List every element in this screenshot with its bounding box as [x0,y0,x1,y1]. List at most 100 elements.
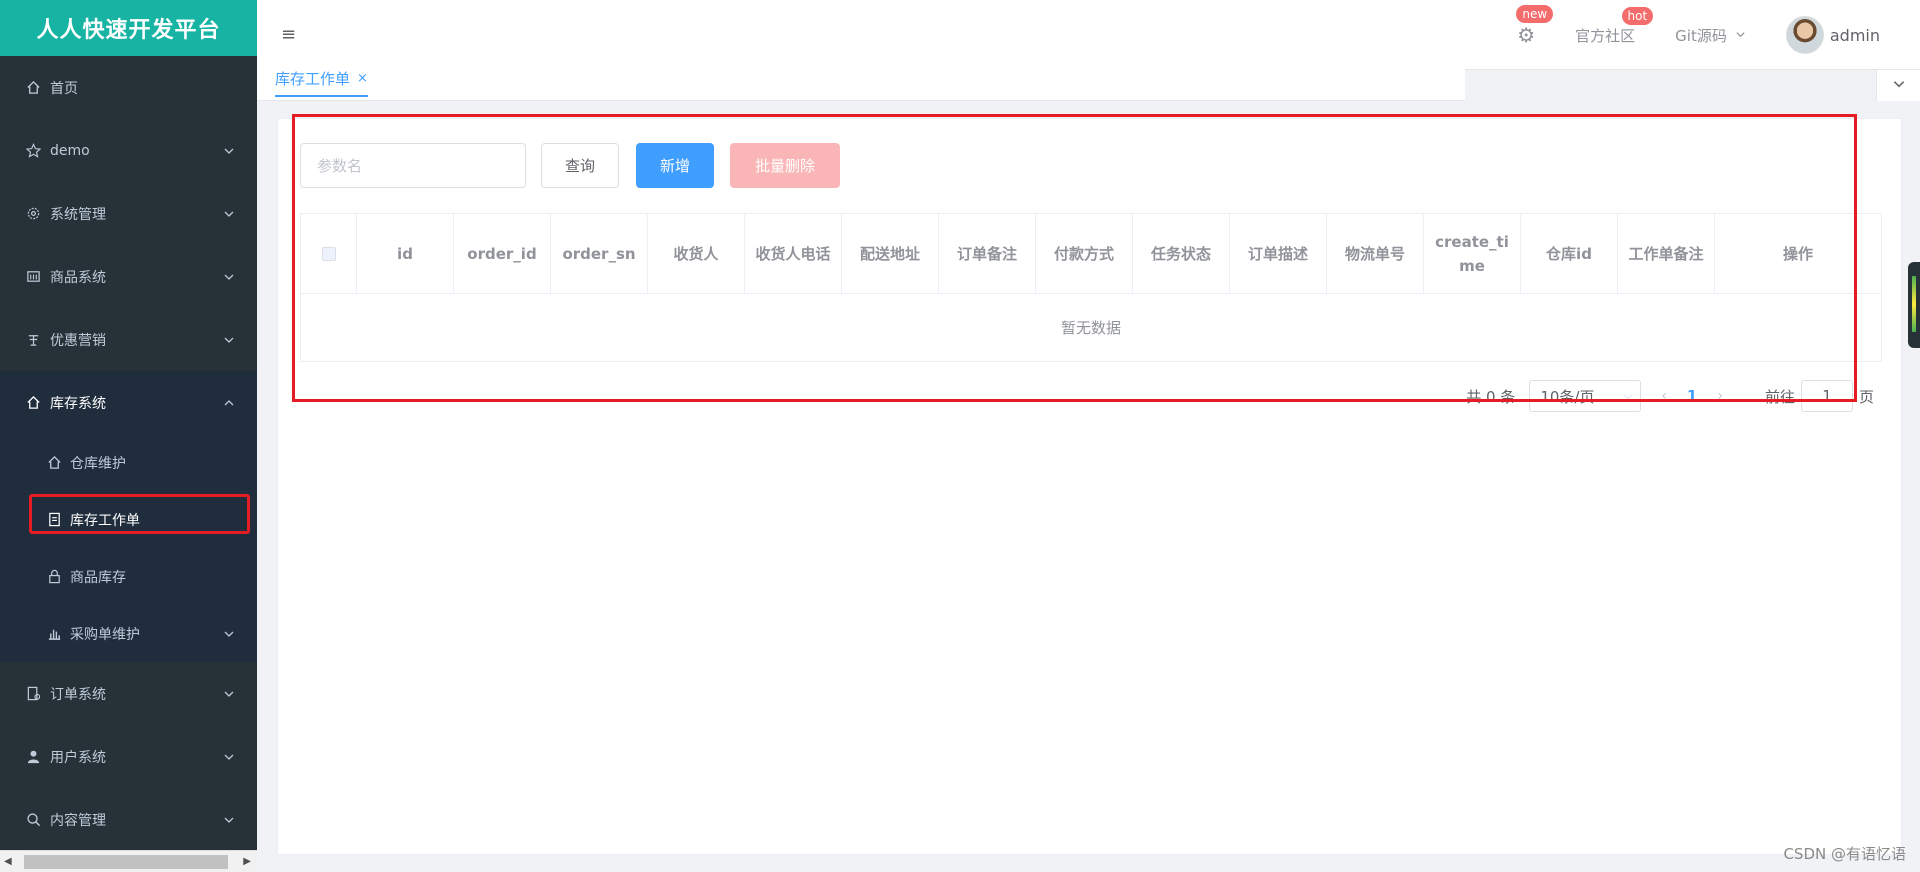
chevron-down-icon [223,334,235,350]
document-icon [46,512,62,528]
order-icon [24,685,42,703]
column-header: 任务状态 [1132,213,1230,294]
brand-logo[interactable]: 人人快速开发平台 [0,0,257,56]
goto-label: 前往 [1764,387,1795,406]
sidebar-item-stock-workorder[interactable]: 库存工作单 [0,491,257,548]
git-source-dropdown[interactable]: Git源码 [1675,25,1746,46]
chevron-down-icon [223,271,235,287]
prev-page-button[interactable]: ‹ [1661,388,1667,404]
column-header: 付款方式 [1035,213,1133,294]
sidebar-item-product[interactable]: 商品系统 [0,245,257,308]
column-header: id [356,213,454,294]
sidebar-item-warehouse[interactable]: 仓库维护 [0,434,257,491]
column-header: 物流单号 [1326,213,1424,294]
total-count: 共 0 条 [1466,387,1516,406]
sidebar-item-demo[interactable]: demo [0,119,257,182]
select-all-cell [300,213,357,294]
stock-submenu: 仓库维护 库存工作单 商品库存 采购单维护 [0,434,257,662]
search-input[interactable] [300,143,526,188]
gear-icon [24,205,42,223]
sidebar-item-home[interactable]: 首页 [0,56,257,119]
tab-label: 库存工作单 [275,70,351,88]
batch-delete-button[interactable]: 批量删除 [730,143,840,188]
chevron-up-icon [223,397,235,413]
sidebar-item-system[interactable]: 系统管理 [0,182,257,245]
settings-button[interactable]: ⚙ new [1516,5,1554,47]
page-size-select[interactable]: 10条/页 ⌵ [1529,380,1642,412]
goto-page-input[interactable] [1800,380,1853,412]
chevron-down-icon [1735,26,1746,44]
user-menu[interactable]: admin [1785,16,1880,54]
empty-text: 暂无数据 [300,293,1882,362]
community-link[interactable]: 官方社区 hot [1575,6,1654,46]
pagination: 共 0 条 10条/页 ⌵ ‹ 1 › 前往 页 [1466,380,1874,412]
scroll-left-icon[interactable]: ◀ [4,856,12,867]
chevron-down-icon [223,208,235,224]
data-table: id order_id order_sn 收货人 收货人电话 配送地址 订单备注… [300,213,1882,362]
sidebar-horizontal-scrollbar[interactable]: ◀ ▶ [0,850,257,872]
query-button[interactable]: 查询 [541,143,619,188]
tabs-bar: 库存工作单 × [257,56,1465,101]
sidebar-item-label: 仓库维护 [70,455,126,472]
star-icon [24,142,42,160]
column-header: order_id [453,213,551,294]
column-header: 订单描述 [1229,213,1327,294]
sidebar-item-label: 商品系统 [50,269,106,286]
community-label: 官方社区 [1575,26,1636,45]
warehouse-icon [46,455,62,471]
home-icon [24,394,42,412]
username: admin [1829,25,1880,45]
sidebar-item-label: demo [50,142,90,159]
select-all-checkbox[interactable] [321,247,336,261]
column-header: 工作单备注 [1617,213,1715,294]
next-page-button[interactable]: › [1717,388,1723,404]
sidebar-item-order[interactable]: 订单系统 [0,662,257,725]
sidebar-item-label: 订单系统 [50,686,106,703]
column-header: 操作 [1714,213,1882,294]
sidebar-item-label: 首页 [50,80,78,97]
tabs-dropdown-button[interactable] [1876,70,1920,101]
chevron-down-icon [223,751,235,767]
search-icon [24,811,42,829]
sidebar-item-label: 库存系统 [50,395,106,412]
sidebar-item-label: 商品库存 [70,569,126,586]
column-header: 配送地址 [841,213,939,294]
sidebar-menu: 首页 demo 系统管理 商品系统 优惠营销 库存系统 仓库维护 库存工作单 商… [0,56,257,851]
chevron-down-icon: ⌵ [1623,389,1633,402]
table-header-row: id order_id order_sn 收货人 收货人电话 配送地址 订单备注… [300,213,1882,294]
sidebar-item-marketing[interactable]: 优惠营销 [0,308,257,371]
header-right: ⚙ new 官方社区 hot Git源码 admin [1516,0,1920,70]
floating-side-widget[interactable] [1908,262,1920,348]
column-header: order_sn [550,213,648,294]
chevron-down-icon [223,688,235,704]
chevron-down-icon [223,145,235,161]
tab-stock-workorder[interactable]: 库存工作单 × [275,68,368,97]
sidebar-item-label: 内容管理 [50,812,106,829]
menu-icon[interactable]: ≡ [281,24,296,45]
column-header: create_time [1423,213,1521,294]
home-icon [24,79,42,97]
chevron-down-icon [223,628,235,644]
coupon-icon [24,331,42,349]
add-button[interactable]: 新增 [636,143,714,188]
sidebar-item-content[interactable]: 内容管理 [0,788,257,851]
sidebar: 人人快速开发平台 首页 demo 系统管理 商品系统 优惠营销 库存系统 仓库维… [0,0,257,872]
close-icon[interactable]: × [357,71,368,86]
chevron-down-icon [223,814,235,830]
sidebar-item-user[interactable]: 用户系统 [0,725,257,788]
column-header: 收货人电话 [744,213,842,294]
scroll-right-icon[interactable]: ▶ [243,856,251,867]
sidebar-item-purchase[interactable]: 采购单维护 [0,605,257,662]
sidebar-item-label: 用户系统 [50,749,106,766]
page-size-value: 10条/页 [1540,387,1595,406]
page-number[interactable]: 1 [1687,387,1697,405]
sidebar-item-label: 库存工作单 [70,512,140,529]
sidebar-item-stock[interactable]: 库存系统 [0,371,257,434]
new-badge: new [1516,5,1554,23]
scrollbar-thumb[interactable] [24,855,228,869]
empty-row: 暂无数据 [300,293,1882,362]
sidebar-item-product-stock[interactable]: 商品库存 [0,548,257,605]
user-icon [24,748,42,766]
column-header: 收货人 [647,213,745,294]
product-icon [24,268,42,286]
